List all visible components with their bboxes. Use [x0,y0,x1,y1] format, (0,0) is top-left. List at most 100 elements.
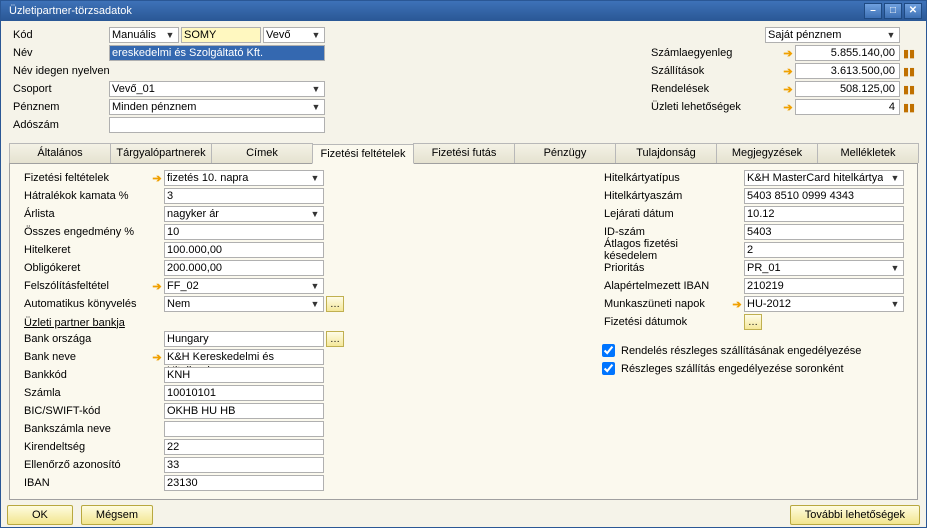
bankkod-label: Bankkód [20,369,150,381]
lejarati-input[interactable]: 10.12 [744,206,904,222]
partner-type-select[interactable]: Vevő▼ [263,27,325,43]
munkaszuneti-label: Munkaszüneti napok [600,298,730,310]
penznem-select[interactable]: Minden pénznem▼ [109,99,325,115]
header-left: Kód Manuális▼ SOMY Vevő▼ Név ereskedelmi… [9,27,409,135]
uzleti-value: 4 [795,99,900,115]
hitelkeret-label: Hitelkeret [20,244,150,256]
bankszamlaneve-label: Bankszámla neve [20,423,150,435]
felszolitas-select[interactable]: FF_02▼ [164,278,324,294]
munkaszuneti-select[interactable]: HU-2012▼ [744,296,904,312]
hitelkeret-input[interactable]: 100.000,00 [164,242,324,258]
idszam-input[interactable]: 5403 [744,224,904,240]
bic-input[interactable]: OKHB HU HB [164,403,324,419]
fizfelt-select[interactable]: fizetés 10. napra▼ [164,170,324,186]
autokonyv-select[interactable]: Nem▼ [164,296,324,312]
arlista-select[interactable]: nagyker ár▼ [164,206,324,222]
prioritas-select[interactable]: PR_01▼ [744,260,904,276]
nev-input[interactable]: ereskedelmi és Szolgáltató Kft. [109,45,325,61]
ok-button[interactable]: OK [7,505,73,525]
cb-reszleges-soronkent[interactable]: Részleges szállítás engedélyezése soronk… [600,360,907,378]
tab-cimek[interactable]: Címek [211,143,313,163]
content-area: Kód Manuális▼ SOMY Vevő▼ Név ereskedelmi… [1,21,926,504]
hatralekok-input[interactable]: 3 [164,188,324,204]
chart-icon[interactable]: ▮▮ [900,47,918,60]
tab-fizetesi-feltetelek[interactable]: Fizetési feltételek [312,144,414,164]
bic-label: BIC/SWIFT-kód [20,405,150,417]
summary-box: Saját pénznem▼ Számlaegyenleg ➔ 5.855.14… [651,27,918,135]
tab-targyalopartnerek[interactable]: Tárgyalópartnerek [110,143,212,163]
chart-icon[interactable]: ▮▮ [900,83,918,96]
tab-megjegyzesek[interactable]: Megjegyzések [716,143,818,163]
alapiban-input[interactable]: 210219 [744,278,904,294]
link-arrow-icon[interactable]: ➔ [150,351,164,364]
hatralekok-label: Hátralékok kamata % [20,190,150,202]
lejarati-label: Lejárati dátum [600,208,730,220]
bankszamlaneve-input[interactable] [164,421,324,437]
chart-icon[interactable]: ▮▮ [900,101,918,114]
summary-currency-select[interactable]: Saját pénznem▼ [765,27,900,43]
chevron-down-icon: ▼ [309,207,321,221]
bankneve-label: Bank neve [20,351,150,363]
csoport-label: Csoport [9,83,109,95]
bankorszaga-input[interactable]: Hungary [164,331,324,347]
osszeseng-input[interactable]: 10 [164,224,324,240]
more-options-button[interactable]: További lehetőségek [790,505,920,525]
chart-icon[interactable]: ▮▮ [900,65,918,78]
csoport-select[interactable]: Vevő_01▼ [109,81,325,97]
kod-input[interactable]: SOMY [181,27,261,43]
cb-reszleges-rendeles-input[interactable] [602,344,615,357]
chevron-down-icon: ▼ [885,28,897,42]
szamla-label: Számla [20,387,150,399]
tab-tulajdonsag[interactable]: Tulajdonság [615,143,717,163]
autokonyv-detail-button[interactable]: … [326,296,344,312]
bankkod-input[interactable]: KNH [164,367,324,383]
szallitasok-value: 3.613.500,00 [795,63,900,79]
atlagos-label: Átlagos fizetési késedelem [600,238,730,262]
hksz-label: Hitelkártyaszám [600,190,730,202]
alapiban-label: Alapértelmezett IBAN [600,280,730,292]
rendelesek-value: 508.125,00 [795,81,900,97]
obligokeret-input[interactable]: 200.000,00 [164,260,324,276]
hksz-input[interactable]: 5403 8510 0999 4343 [744,188,904,204]
chevron-down-icon: ▼ [889,171,901,185]
iban-input[interactable]: 23130 [164,475,324,491]
cb-reszleges-rendeles[interactable]: Rendelés részleges szállításának engedél… [600,342,907,360]
fizdatumok-button[interactable]: … [744,314,762,330]
cb-reszleges-soronkent-input[interactable] [602,362,615,375]
titlebar: Üzletipartner-törzsadatok – □ ✕ [1,1,926,21]
chevron-down-icon: ▼ [889,297,901,311]
adoszam-label: Adószám [9,119,109,131]
tab-fizetesi-futas[interactable]: Fizetési futás [413,143,515,163]
uzleti-label: Üzleti lehetőségek [651,101,781,113]
link-arrow-icon[interactable]: ➔ [781,101,795,114]
footer: OK Mégsem További lehetőségek [1,504,926,527]
arlista-label: Árlista [20,208,150,220]
chevron-down-icon: ▼ [310,28,322,42]
link-arrow-icon[interactable]: ➔ [781,83,795,96]
link-arrow-icon[interactable]: ➔ [781,47,795,60]
tab-penzugy[interactable]: Pénzügy [514,143,616,163]
tab-col-right: HitelkártyatípusK&H MasterCard hitelkárt… [420,170,907,493]
link-arrow-icon[interactable]: ➔ [730,298,744,311]
kirendeltseg-input[interactable]: 22 [164,439,324,455]
hkt-select[interactable]: K&H MasterCard hitelkártya▼ [744,170,904,186]
cancel-button[interactable]: Mégsem [81,505,153,525]
maximize-button[interactable]: □ [884,3,902,19]
link-arrow-icon[interactable]: ➔ [781,65,795,78]
kod-mode-select[interactable]: Manuális▼ [109,27,179,43]
link-arrow-icon[interactable]: ➔ [150,280,164,293]
link-arrow-icon[interactable]: ➔ [150,172,164,185]
tab-mellekletek[interactable]: Mellékletek [817,143,919,163]
bank-section-title: Üzleti partner bankja [24,317,420,329]
minimize-button[interactable]: – [864,3,882,19]
iban-label: IBAN [20,477,150,489]
ellenorzo-input[interactable]: 33 [164,457,324,473]
szamla-input[interactable]: 10010101 [164,385,324,401]
atlagos-input[interactable]: 2 [744,242,904,258]
close-button[interactable]: ✕ [904,3,922,19]
adoszam-input[interactable] [109,117,325,133]
tab-altalanos[interactable]: Általános [9,143,111,163]
bankneve-input[interactable]: K&H Kereskedelmi és Hitelbank [164,349,324,365]
bankorszaga-label: Bank országa [20,333,150,345]
bankorszaga-detail-button[interactable]: … [326,331,344,347]
